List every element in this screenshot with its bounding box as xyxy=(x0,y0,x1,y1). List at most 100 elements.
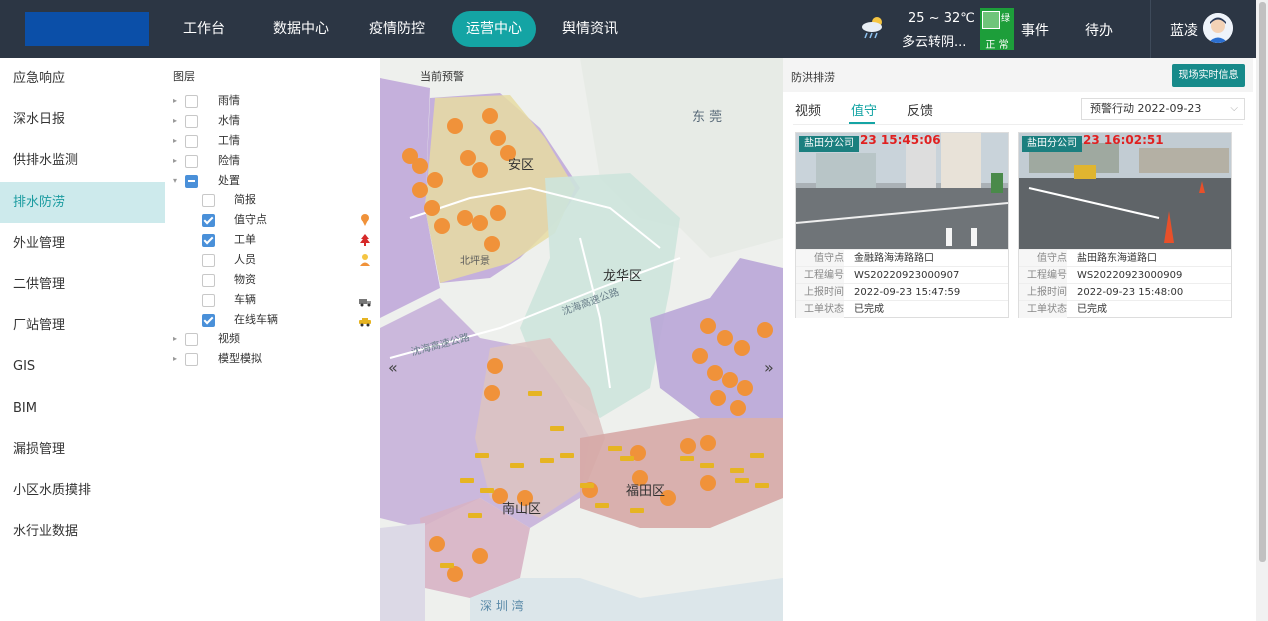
sidebar-item-water-quality[interactable]: 小区水质摸排 xyxy=(0,470,165,511)
live-info-button[interactable]: 现场实时信息 xyxy=(1172,64,1245,87)
layer-checkbox[interactable] xyxy=(202,294,215,307)
map-title: 当前预警 xyxy=(420,70,464,83)
duty-card[interactable]: 盐田分公司 23 15:45:06 值守点 金融路海涛路路口 工程编号 WS20… xyxy=(795,132,1009,318)
layer-checkbox[interactable] xyxy=(202,234,215,247)
layer-checkbox[interactable] xyxy=(185,175,198,188)
sidebar-item-flood-control[interactable]: 排水防涝 xyxy=(0,182,165,223)
warning-action-select[interactable]: 预警行动 2022-09-23 ⌵ xyxy=(1081,98,1245,120)
map-label-shenzhen-bay: 深 圳 湾 xyxy=(480,599,524,613)
layer-label: 工情 xyxy=(218,134,240,147)
nav-workbench[interactable]: 工作台 xyxy=(172,11,236,47)
info-row: 值守点 盐田路东海道路口 xyxy=(1019,249,1231,267)
qr-code-icon xyxy=(982,11,1000,29)
nav-operations-center[interactable]: 运营中心 xyxy=(452,11,536,47)
user-name[interactable]: 蓝凌 xyxy=(1170,20,1198,40)
expand-arrow-icon[interactable]: ▸ xyxy=(173,329,177,349)
health-code-status: 正 常 xyxy=(985,40,1009,51)
layer-checkbox[interactable] xyxy=(202,274,215,287)
layer-duty-point[interactable]: 值守点 xyxy=(165,210,380,230)
layer-video[interactable]: ▸ 视频 xyxy=(165,329,380,349)
active-tab-indicator xyxy=(849,122,875,124)
info-row: 值守点 金融路海涛路路口 xyxy=(796,249,1008,267)
scrollbar-thumb[interactable] xyxy=(1259,2,1266,562)
sidebar-item-field-management[interactable]: 外业管理 xyxy=(0,223,165,264)
layer-checkbox[interactable] xyxy=(202,314,215,327)
layer-label: 值守点 xyxy=(234,213,267,226)
expand-arrow-icon[interactable]: ▸ xyxy=(173,91,177,111)
layer-label: 雨情 xyxy=(218,94,240,107)
collapse-arrow-icon[interactable]: ▾ xyxy=(173,171,177,191)
layer-water[interactable]: ▸ 水情 xyxy=(165,111,380,131)
tab-duty[interactable]: 值守 xyxy=(851,100,877,119)
sidebar-item-emergency[interactable]: 应急响应 xyxy=(0,58,165,99)
duty-card[interactable]: 盐田分公司 23 16:02:51 值守点 盐田路东海道路口 工程编号 WS20… xyxy=(1018,132,1232,318)
layer-work-order[interactable]: 工单 xyxy=(165,230,380,250)
weather-temperature: 25 ~ 32℃ xyxy=(908,11,975,26)
sidebar-item-industry-data[interactable]: 水行业数据 xyxy=(0,511,165,552)
layer-label: 水情 xyxy=(218,114,240,127)
map-label-dongguan: 东 莞 xyxy=(692,110,723,125)
layer-personnel[interactable]: 人员 xyxy=(165,250,380,270)
map-prev-button[interactable]: « xyxy=(388,358,398,377)
layer-checkbox[interactable] xyxy=(185,353,198,366)
map-next-button[interactable]: » xyxy=(764,358,774,377)
expand-arrow-icon[interactable]: ▸ xyxy=(173,151,177,171)
layer-checkbox[interactable] xyxy=(202,214,215,227)
map-label-futian: 福田区 xyxy=(626,484,666,499)
company-badge: 盐田分公司 xyxy=(1022,136,1082,152)
events-link[interactable]: 事件 xyxy=(1021,20,1049,40)
layer-online-vehicles[interactable]: 在线车辆 xyxy=(165,310,380,330)
layer-checkbox[interactable] xyxy=(185,115,198,128)
info-value: 已完成 xyxy=(1077,304,1107,315)
layer-hazard[interactable]: ▸ 险情 xyxy=(165,151,380,171)
layer-engineering[interactable]: ▸ 工情 xyxy=(165,131,380,151)
layer-checkbox[interactable] xyxy=(185,95,198,108)
sidebar-item-bim[interactable]: BIM xyxy=(0,388,165,429)
pin-icon xyxy=(361,214,369,226)
nav-public-opinion[interactable]: 舆情资讯 xyxy=(551,11,629,47)
sidebar-item-leakage[interactable]: 漏损管理 xyxy=(0,429,165,470)
layer-rain[interactable]: ▸ 雨情 xyxy=(165,91,380,111)
info-key: 值守点 xyxy=(796,250,844,267)
layer-checkbox[interactable] xyxy=(185,135,198,148)
nav-epidemic[interactable]: 疫情防控 xyxy=(358,11,436,47)
logo[interactable] xyxy=(25,12,149,46)
layer-materials[interactable]: 物资 xyxy=(165,270,380,290)
layer-panel: 图层 ▸ 雨情 ▸ 水情 ▸ 工情 ▸ 险情 ▾ 处置 简报 值守点 工单 人员… xyxy=(165,58,380,621)
avatar[interactable] xyxy=(1203,13,1233,43)
nav-data-center[interactable]: 数据中心 xyxy=(263,11,339,47)
layer-disposal[interactable]: ▾ 处置 xyxy=(165,171,380,191)
tab-feedback[interactable]: 反馈 xyxy=(907,100,933,119)
sidebar-item-daily-report[interactable]: 深水日报 xyxy=(0,99,165,140)
sidebar-item-gis[interactable]: GIS xyxy=(0,346,165,387)
select-value: 预警行动 2022-09-23 xyxy=(1090,102,1202,115)
expand-arrow-icon[interactable]: ▸ xyxy=(173,111,177,131)
layer-label: 人员 xyxy=(234,253,256,266)
tab-divider xyxy=(793,124,1243,125)
todo-link[interactable]: 待办 xyxy=(1085,20,1113,40)
map-view[interactable]: 当前预警 东 莞 龙华区 安区 南山区 福田区 深 圳 湾 沈海高速公路 沈海高… xyxy=(380,58,783,621)
map-label-place: 北坪景 xyxy=(460,256,490,267)
health-code-badge[interactable]: 绿 正 常 xyxy=(980,8,1014,51)
layer-label: 模型模拟 xyxy=(218,352,262,365)
sidebar-item-supply-monitor[interactable]: 供排水监测 xyxy=(0,140,165,181)
info-key: 工单状态 xyxy=(796,301,844,318)
layer-label: 简报 xyxy=(234,193,256,206)
layer-checkbox[interactable] xyxy=(202,254,215,267)
layer-vehicles[interactable]: 车辆 xyxy=(165,290,380,310)
layer-checkbox[interactable] xyxy=(202,194,215,207)
right-panel: 防洪排涝 现场实时信息 视频 值守 反馈 预警行动 2022-09-23 ⌵ 盐… xyxy=(783,58,1253,621)
layer-briefing[interactable]: 简报 xyxy=(165,190,380,210)
layer-model-simulation[interactable]: ▸ 模型模拟 xyxy=(165,349,380,369)
expand-arrow-icon[interactable]: ▸ xyxy=(173,349,177,369)
layer-checkbox[interactable] xyxy=(185,333,198,346)
right-panel-title: 防洪排涝 xyxy=(791,71,835,84)
layer-checkbox[interactable] xyxy=(185,155,198,168)
expand-arrow-icon[interactable]: ▸ xyxy=(173,131,177,151)
layer-panel-title: 图层 xyxy=(173,70,195,83)
car-icon xyxy=(359,318,371,327)
sidebar-item-secondary-supply[interactable]: 二供管理 xyxy=(0,264,165,305)
sidebar-item-plant-management[interactable]: 厂站管理 xyxy=(0,305,165,346)
tab-video[interactable]: 视频 xyxy=(795,100,821,119)
weather-description: 多云转阴... xyxy=(902,35,967,50)
